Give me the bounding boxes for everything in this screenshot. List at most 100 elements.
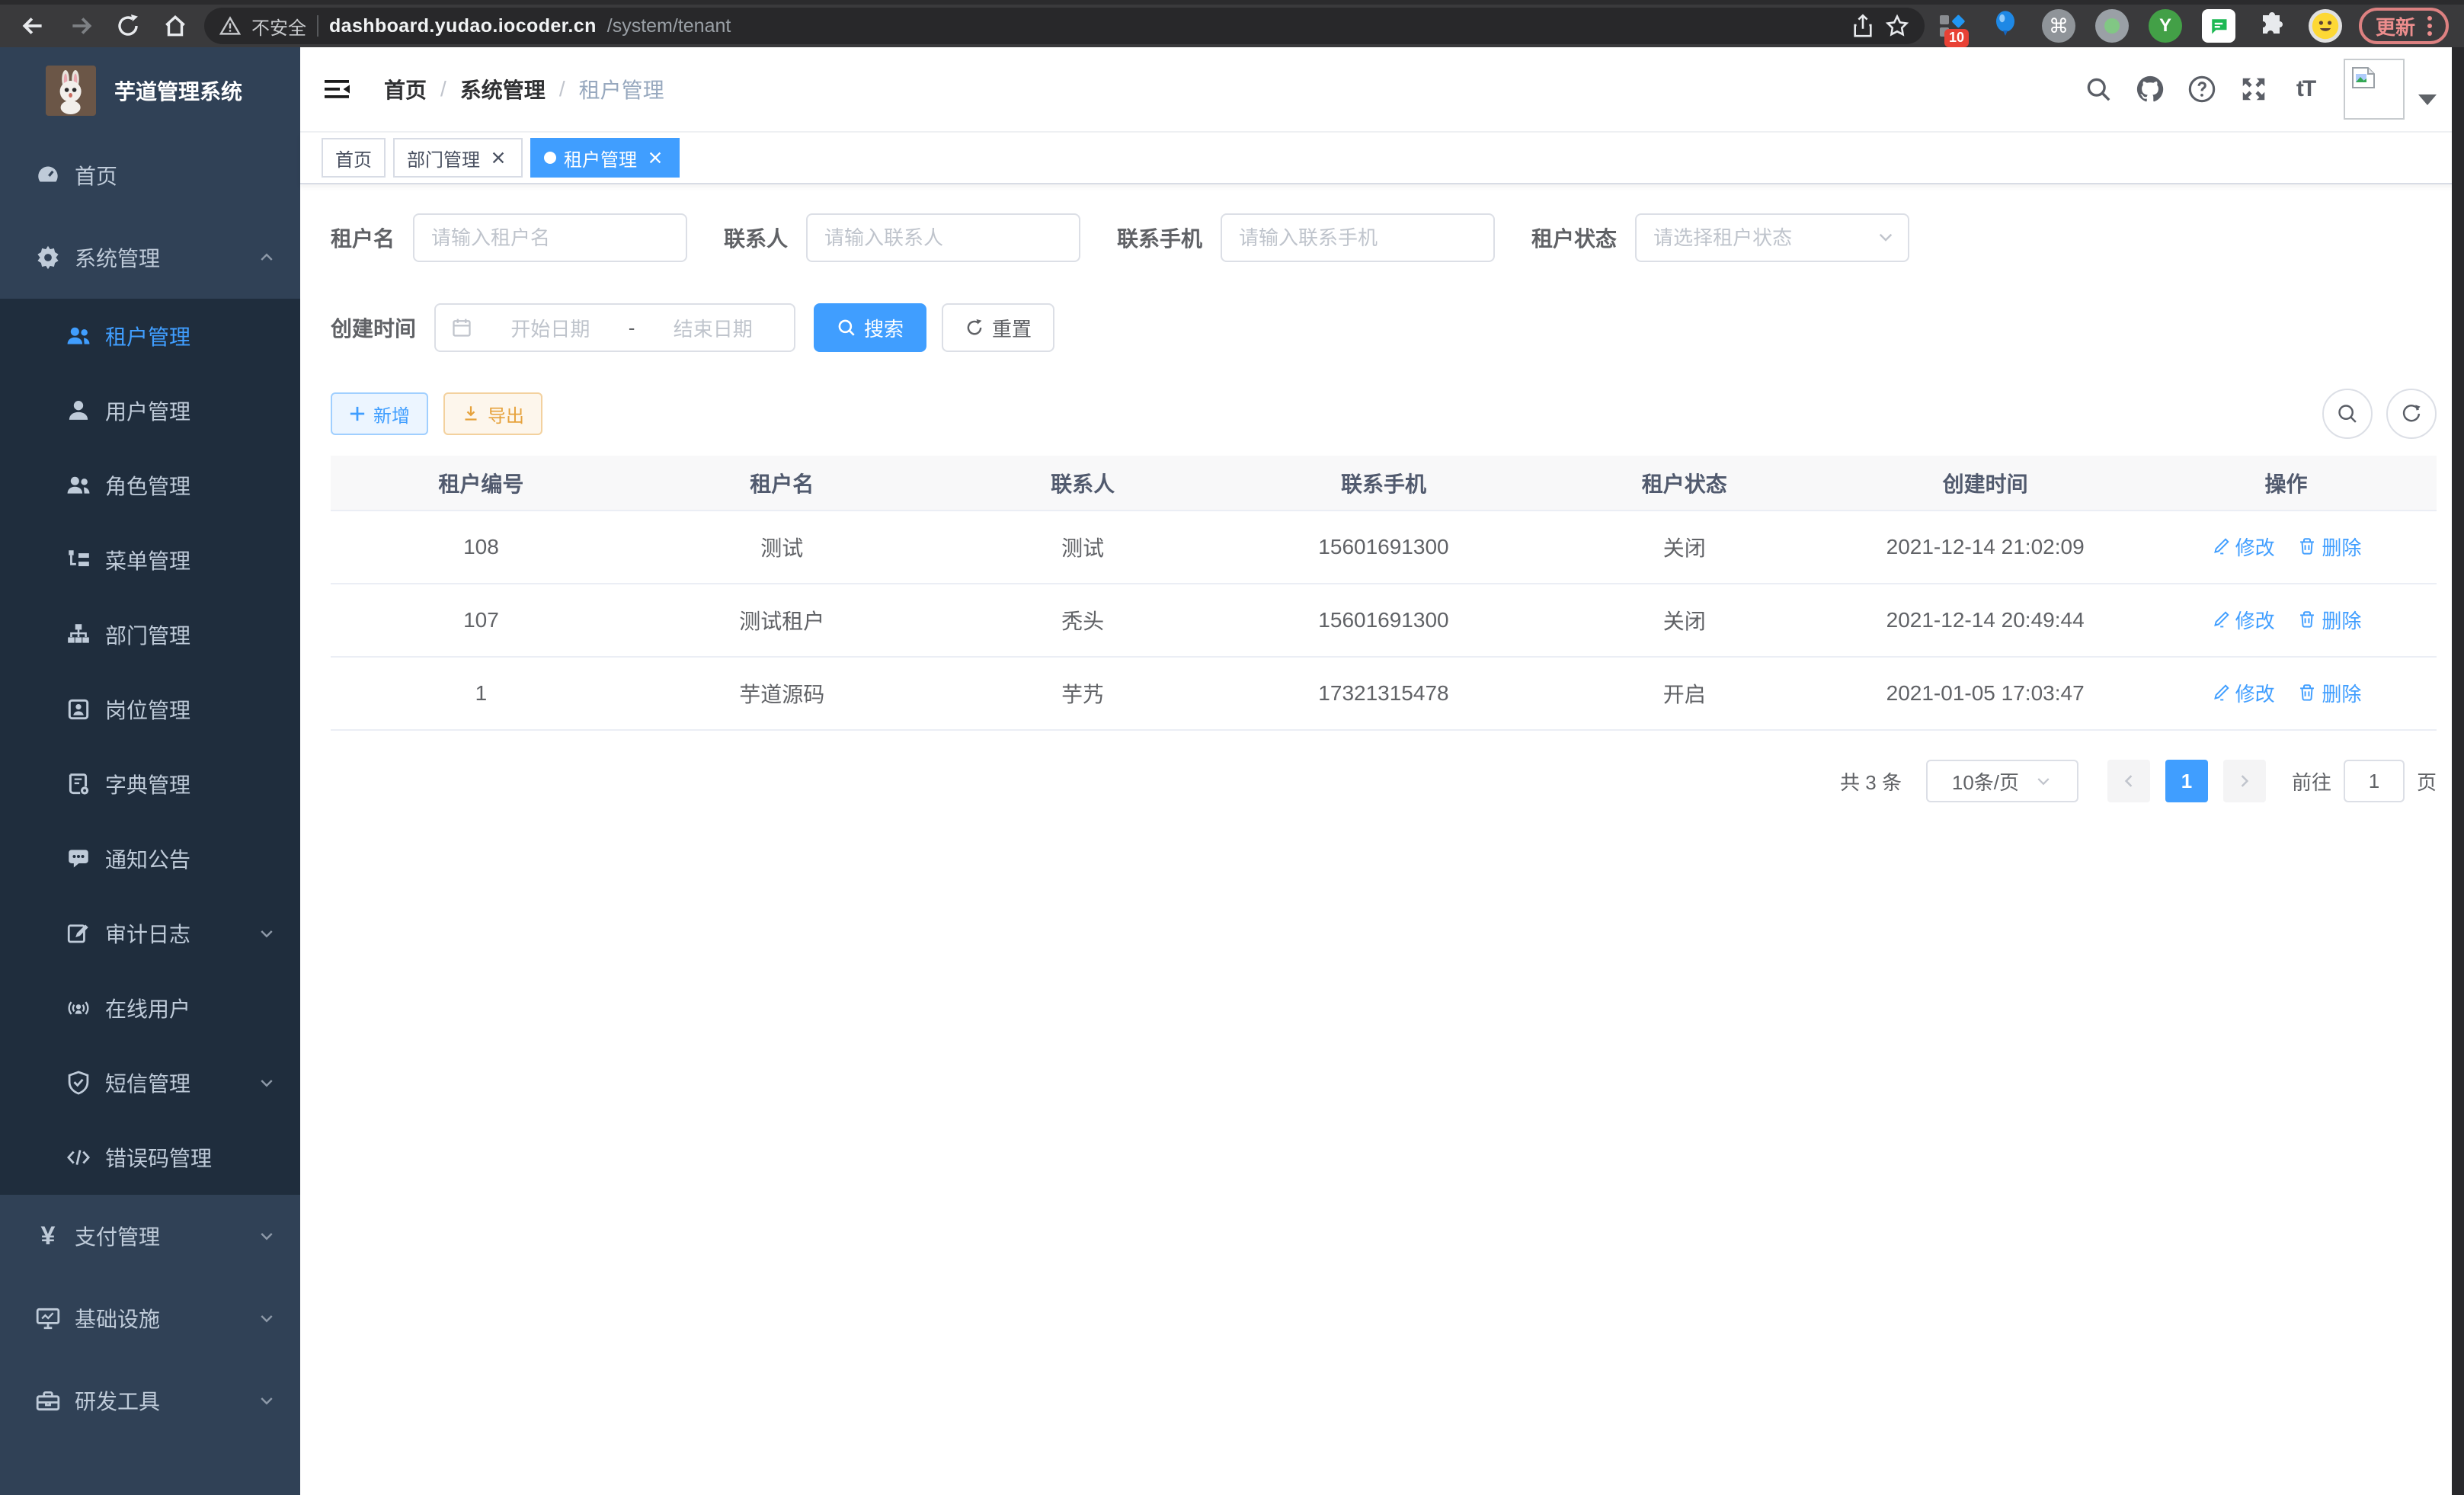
infrastructure-icon (35, 1305, 61, 1331)
cell-mobile: 17321315478 (1234, 657, 1534, 730)
add-button[interactable]: 新增 (331, 392, 428, 435)
dashboard-icon (35, 162, 61, 188)
breadcrumb-system[interactable]: 系统管理 (460, 74, 546, 104)
dict-book-icon (66, 771, 91, 797)
sidebar-item-notice[interactable]: 通知公告 (0, 821, 300, 896)
show-search-toggle-icon[interactable] (2322, 389, 2373, 439)
delete-link[interactable]: 删除 (2297, 679, 2361, 707)
search-button[interactable]: 搜索 (814, 303, 926, 352)
sidebar-item-tenant[interactable]: 租户管理 (0, 299, 300, 373)
sidebar-item-menu[interactable]: 菜单管理 (0, 523, 300, 597)
sidebar-item-error-code[interactable]: 错误码管理 (0, 1120, 300, 1195)
reset-button[interactable]: 重置 (942, 303, 1054, 352)
dev-tools-icon (35, 1388, 61, 1413)
y-extension-icon[interactable]: Y (2149, 9, 2182, 43)
address-bar[interactable]: 不安全 dashboard.yudao.iocoder.cn/system/te… (204, 8, 1925, 44)
chevron-down-icon (258, 924, 276, 943)
page-number-current[interactable]: 1 (2165, 760, 2208, 802)
edit-link[interactable]: 修改 (2211, 679, 2275, 707)
refresh-table-icon[interactable] (2386, 389, 2437, 439)
create-time-label: 创建时间 (331, 312, 416, 343)
sidebar-item-infrastructure[interactable]: 基础设施 (0, 1277, 300, 1359)
delete-link[interactable]: 删除 (2297, 533, 2361, 561)
sidebar-item-home[interactable]: 首页 (0, 134, 300, 216)
sidebar-item-dev-tools[interactable]: 研发工具 (0, 1359, 300, 1442)
sidebar-item-system[interactable]: 系统管理 (0, 216, 300, 299)
recorder-extension-icon[interactable] (2095, 9, 2129, 43)
sidebar-item-payment[interactable]: ¥ 支付管理 (0, 1195, 300, 1277)
chat-extension-icon[interactable] (2202, 9, 2235, 43)
extensions-cluster: 10 ⌘ Y (1935, 9, 2342, 43)
github-icon[interactable] (2124, 63, 2176, 115)
browser-menu-icon[interactable] (2427, 16, 2432, 36)
url-path: /system/tenant (607, 15, 731, 37)
tenant-name-input[interactable] (413, 213, 687, 262)
command-extension-icon[interactable]: ⌘ (2042, 9, 2075, 43)
mobile-input[interactable] (1221, 213, 1495, 262)
col-create-time: 创建时间 (1835, 456, 2136, 511)
sidebar-collapse-icon[interactable] (325, 76, 352, 102)
sms-shield-icon (66, 1070, 91, 1096)
font-size-icon[interactable]: tT (2280, 63, 2331, 115)
next-page-button[interactable] (2223, 760, 2266, 802)
tab-tenant[interactable]: 租户管理 (530, 138, 680, 178)
contact-input[interactable] (806, 213, 1080, 262)
cell-create-time: 2021-01-05 17:03:47 (1835, 657, 2136, 730)
cell-mobile: 15601691300 (1234, 584, 1534, 657)
user-icon (66, 398, 91, 424)
blocks-extension-icon[interactable]: 10 (1935, 9, 1969, 43)
browser-back-icon[interactable] (15, 8, 52, 44)
sidebar-item-role[interactable]: 角色管理 (0, 448, 300, 523)
sidebar-item-online-users[interactable]: 在线用户 (0, 971, 300, 1045)
breadcrumb-current: 租户管理 (579, 74, 664, 104)
page-size-select[interactable]: 10条/页 (1926, 760, 2078, 802)
browser-reload-icon[interactable] (110, 8, 146, 44)
balloon-extension-icon[interactable] (1989, 9, 2022, 43)
pagination: 共 3 条 10条/页 1 前往 页 (331, 760, 2437, 802)
share-icon[interactable] (1851, 14, 1874, 38)
chevron-down-icon (258, 1074, 276, 1092)
tab-close-icon[interactable] (488, 147, 509, 168)
sidebar-item-label: 菜单管理 (105, 545, 190, 575)
goto-page-input[interactable] (2344, 760, 2405, 802)
cell-contact: 秃头 (933, 584, 1234, 657)
sidebar-item-sms[interactable]: 短信管理 (0, 1045, 300, 1120)
tab-dept[interactable]: 部门管理 (393, 138, 523, 178)
sidebar-item-post[interactable]: 岗位管理 (0, 672, 300, 747)
create-time-range-picker[interactable]: 开始日期 - 结束日期 (434, 303, 795, 352)
user-avatar[interactable] (2344, 59, 2405, 120)
chevron-down-icon (258, 1309, 276, 1327)
sidebar-item-dept[interactable]: 部门管理 (0, 597, 300, 672)
browser-home-icon[interactable] (157, 8, 194, 44)
breadcrumb-home[interactable]: 首页 (384, 74, 427, 104)
page-size-label: 10条/页 (1952, 767, 2019, 796)
browser-forward-icon[interactable] (62, 8, 99, 44)
delete-link[interactable]: 删除 (2297, 606, 2361, 634)
puzzle-extensions-icon[interactable] (2255, 9, 2289, 43)
cell-status: 关闭 (1534, 511, 1835, 584)
edit-link[interactable]: 修改 (2211, 606, 2275, 634)
profile-avatar-icon[interactable] (2309, 9, 2342, 43)
bookmark-star-icon[interactable] (1885, 14, 1909, 38)
tab-close-icon[interactable] (645, 147, 666, 168)
browser-update-button[interactable]: 更新 (2359, 8, 2449, 44)
header-search-icon[interactable] (2072, 63, 2124, 115)
export-button[interactable]: 导出 (443, 392, 542, 435)
tab-home[interactable]: 首页 (322, 138, 386, 178)
status-select[interactable] (1635, 213, 1909, 262)
divider (317, 15, 318, 37)
fullscreen-icon[interactable] (2228, 63, 2280, 115)
extension-letter: Y (2159, 15, 2171, 37)
sidebar-item-audit-log[interactable]: 审计日志 (0, 896, 300, 971)
window-scrollbar-track[interactable] (2452, 47, 2464, 1495)
help-icon[interactable] (2176, 63, 2228, 115)
app-logo-row[interactable]: 芋道管理系统 (0, 47, 300, 134)
sidebar-item-label: 研发工具 (75, 1385, 160, 1416)
avatar-dropdown-icon[interactable] (2418, 94, 2437, 105)
col-mobile: 联系手机 (1234, 456, 1534, 511)
sidebar-item-user[interactable]: 用户管理 (0, 373, 300, 448)
prev-page-button[interactable] (2107, 760, 2150, 802)
cell-mobile: 15601691300 (1234, 511, 1534, 584)
edit-link[interactable]: 修改 (2211, 533, 2275, 561)
sidebar-item-dict[interactable]: 字典管理 (0, 747, 300, 821)
